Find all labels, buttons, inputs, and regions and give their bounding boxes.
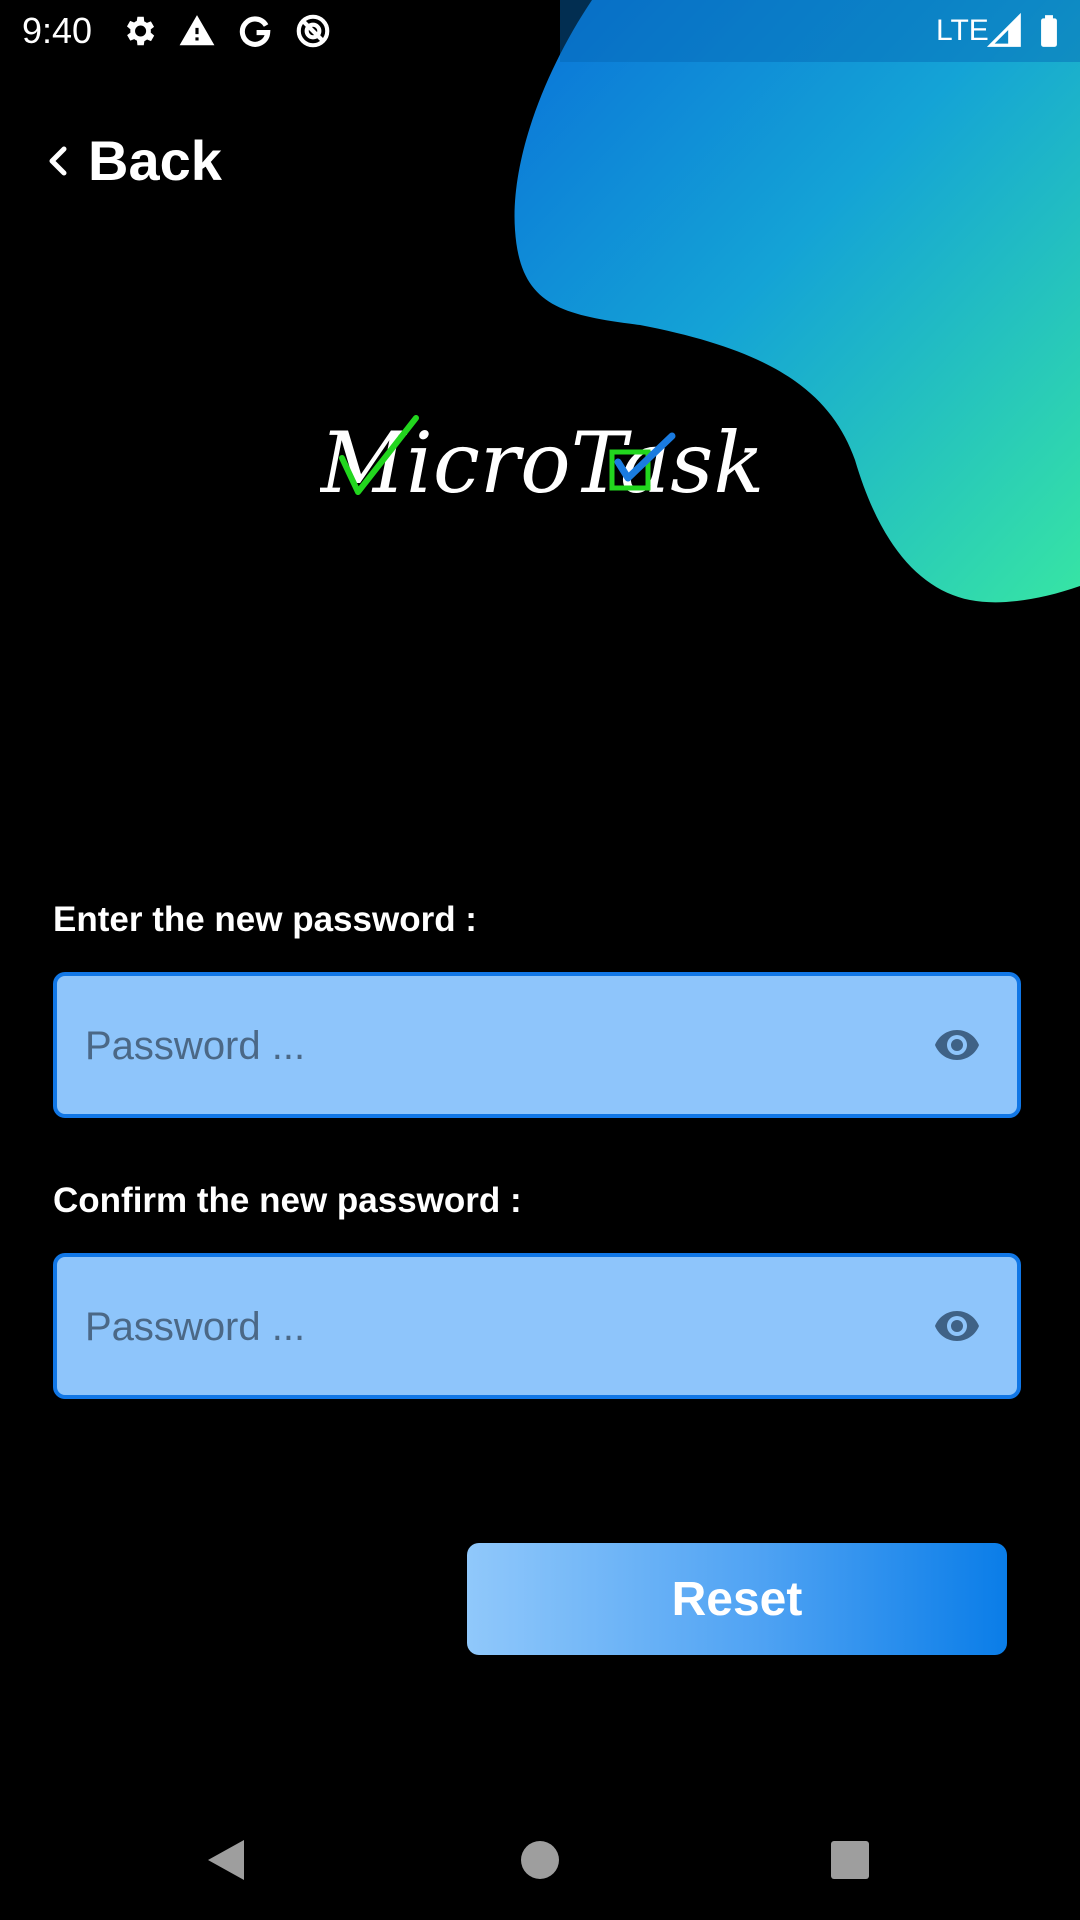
back-button[interactable]: Back bbox=[44, 128, 222, 193]
signal-icon bbox=[986, 12, 1021, 47]
eye-icon[interactable] bbox=[927, 1302, 987, 1350]
warning-icon bbox=[179, 15, 215, 46]
status-time: 9:40 bbox=[22, 10, 93, 51]
new-password-input[interactable] bbox=[83, 976, 907, 1116]
data-saver-icon bbox=[296, 14, 330, 48]
recents-square-icon[interactable] bbox=[820, 1830, 880, 1890]
home-circle-icon[interactable] bbox=[510, 1830, 570, 1890]
new-password-label: Enter the new password : bbox=[53, 900, 477, 939]
network-type-label: LTE bbox=[936, 14, 989, 47]
confirm-password-label: Confirm the new password : bbox=[53, 1181, 522, 1220]
svg-text:MicroTask: MicroTask bbox=[320, 414, 760, 512]
reset-label: Reset bbox=[671, 1572, 803, 1626]
google-icon bbox=[239, 16, 271, 47]
chevron-left-icon bbox=[49, 146, 67, 175]
eye-icon[interactable] bbox=[927, 1021, 987, 1069]
new-password-field bbox=[53, 972, 1021, 1118]
battery-icon bbox=[1041, 15, 1057, 47]
gear-icon bbox=[126, 16, 155, 46]
navigation-bar bbox=[0, 1810, 1080, 1920]
back-triangle-icon[interactable] bbox=[196, 1830, 256, 1890]
confirm-password-field bbox=[53, 1253, 1021, 1399]
confirm-password-input[interactable] bbox=[83, 1257, 907, 1397]
reset-button[interactable]: Reset bbox=[467, 1543, 1007, 1655]
status-bar: 9:40 LTE bbox=[0, 0, 1080, 62]
microtask-logo: MicroTask bbox=[320, 414, 760, 512]
back-label: Back bbox=[88, 129, 222, 192]
